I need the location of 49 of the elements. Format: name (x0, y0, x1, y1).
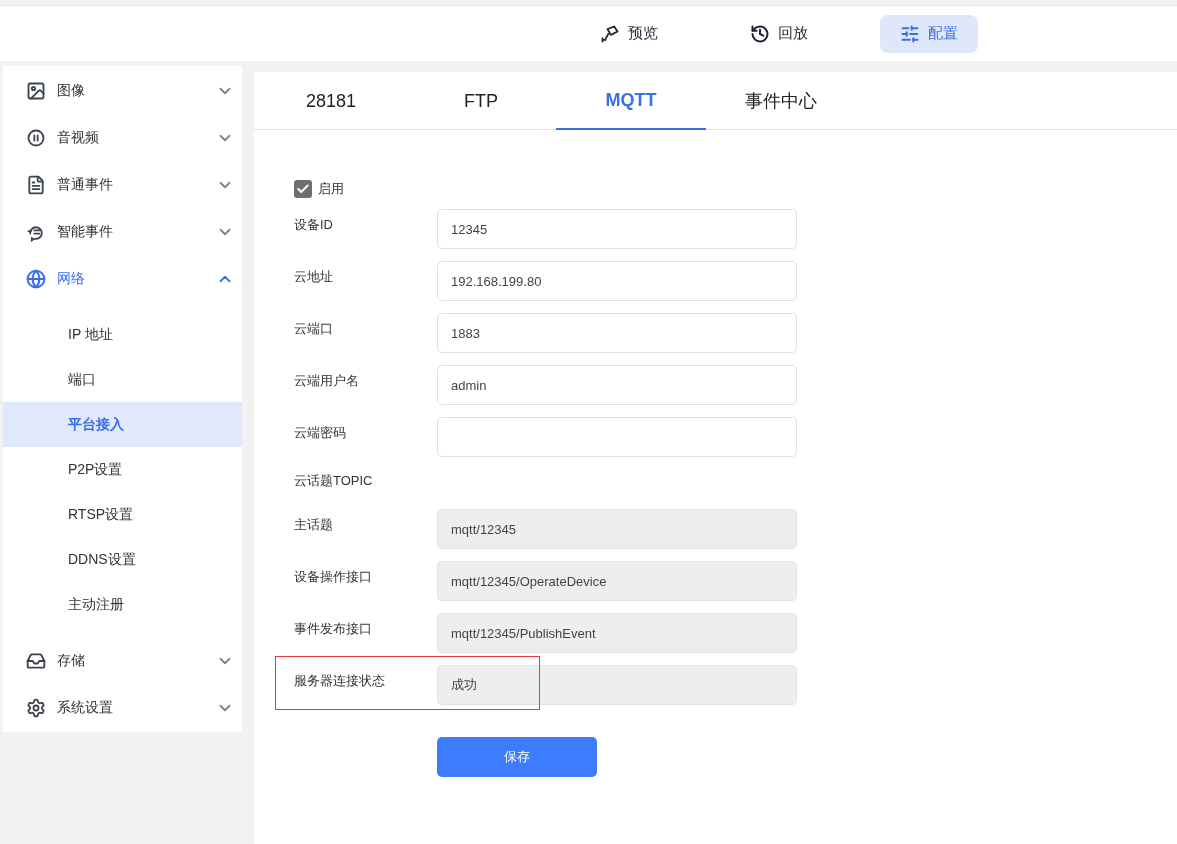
settings-icon (26, 697, 46, 718)
sidebar-item[interactable]: 存储 (3, 637, 242, 684)
nav-tab[interactable]: 配置 (880, 14, 978, 53)
sidebar-subitem[interactable]: 主动注册 (3, 582, 242, 627)
sliders-icon (900, 23, 920, 44)
tab[interactable]: 事件中心 (706, 72, 856, 130)
save-button[interactable]: 保存 (437, 737, 597, 777)
sidebar-item[interactable]: 网络 (3, 255, 242, 302)
section-label: 云话题TOPIC (294, 472, 373, 490)
sidebar-item[interactable]: 普通事件 (3, 161, 242, 208)
image-icon (26, 80, 46, 101)
input-field[interactable]: admin (437, 365, 797, 405)
input-field[interactable]: 192.168.199.80 (437, 261, 797, 301)
input-field[interactable] (437, 417, 797, 457)
checkbox[interactable] (294, 180, 312, 198)
globe-icon (26, 268, 46, 289)
tab[interactable]: FTP (406, 72, 556, 130)
sidebar-subitem[interactable]: 端口 (3, 357, 242, 402)
field-label: 云端密码 (294, 424, 347, 442)
tab[interactable]: 28181 (256, 72, 406, 130)
field-label: 云地址 (294, 268, 334, 286)
camera-icon (600, 23, 620, 44)
sidebar-subitem[interactable]: IP 地址 (3, 312, 242, 357)
field-label: 设备操作接口 (294, 568, 373, 586)
tray-icon (26, 650, 46, 671)
document-icon (26, 174, 46, 195)
input-field[interactable]: 12345 (437, 209, 797, 249)
sidebar-subitem[interactable]: RTSP设置 (3, 492, 242, 537)
sidebar-item[interactable]: 系统设置 (3, 684, 242, 731)
nav-tab[interactable]: 回放 (730, 14, 828, 53)
field-label: 事件发布接口 (294, 620, 373, 638)
input-field[interactable]: 1883 (437, 313, 797, 353)
replay-icon (750, 23, 770, 44)
field-label: 主话题 (294, 516, 334, 534)
field-label: 云端口 (294, 320, 334, 338)
sidebar-item[interactable]: 图像 (3, 67, 242, 114)
checkbox-label: 启用 (318, 180, 344, 199)
tab[interactable]: MQTT (556, 72, 706, 130)
field-label: 设备ID (294, 216, 334, 234)
sidebar-item[interactable]: 音视频 (3, 114, 242, 161)
check-icon (296, 182, 310, 196)
sidebar-subitem[interactable]: DDNS设置 (3, 537, 242, 582)
sidebar-subitem[interactable]: 平台接入 (3, 402, 242, 447)
field-label: 云端用户名 (294, 372, 360, 390)
nav-tab[interactable]: 预览 (580, 14, 678, 53)
sidebar-item[interactable]: 智能事件 (3, 208, 242, 255)
audio-video-icon (26, 127, 46, 148)
field-label: 服务器连接状态 (294, 672, 386, 690)
sidebar-subitem[interactable]: P2P设置 (3, 447, 242, 492)
